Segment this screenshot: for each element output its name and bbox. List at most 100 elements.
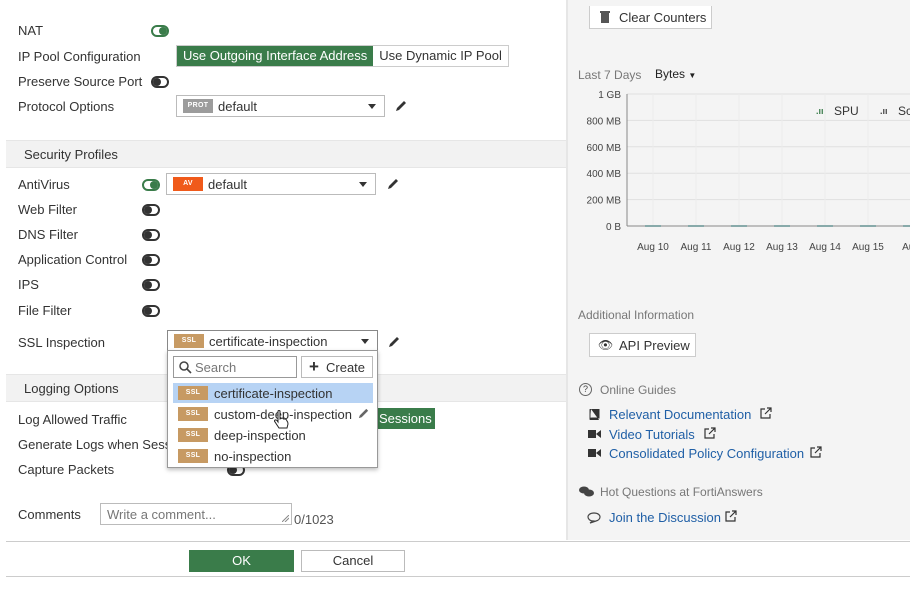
dropdown-item-no-inspection[interactable]: SSL no-inspection (173, 446, 373, 466)
prot-badge: PROT (183, 99, 213, 113)
consolidated-policy-link[interactable]: Consolidated Policy Configuration (609, 446, 804, 461)
y-tick-label: 200 MB (587, 196, 622, 207)
legend-bar-icon: .ıı (816, 106, 824, 116)
external-link-icon[interactable] (760, 407, 772, 419)
antivirus-toggle[interactable] (142, 179, 160, 191)
external-link-icon[interactable] (725, 510, 737, 522)
api-preview-button[interactable]: 👁 API Preview (589, 333, 696, 357)
clear-counters-label: Clear Counters (619, 10, 707, 25)
file-filter-toggle[interactable] (142, 305, 160, 317)
file-filter-label: File Filter (18, 303, 72, 318)
online-guides-title: Online Guides (600, 383, 677, 397)
chevron-down-icon (361, 339, 369, 344)
dropdown-search-input[interactable]: Search (173, 356, 297, 378)
dropdown-create-button[interactable]: + Create (301, 356, 373, 378)
additional-info-title: Additional Information (578, 308, 695, 322)
comments-textarea[interactable]: Write a comment... (100, 503, 292, 525)
edit-pencil-icon[interactable] (357, 407, 370, 420)
dns-filter-label: DNS Filter (18, 227, 78, 242)
clear-counters-button[interactable]: Clear Counters (589, 6, 712, 29)
comments-label: Comments (18, 507, 81, 522)
capture-packets-label: Capture Packets (18, 462, 115, 477)
join-discussion-link[interactable]: Join the Discussion (609, 510, 721, 525)
application-control-toggle[interactable] (142, 254, 160, 266)
api-preview-label: API Preview (619, 338, 690, 353)
ssl-badge: SSL (178, 386, 208, 400)
ssl-inspection-select[interactable]: SSL certificate-inspection (167, 330, 378, 352)
dropdown-item-certificate-inspection[interactable]: SSL certificate-inspection (173, 383, 373, 403)
legend-label: Sc (898, 104, 910, 118)
help-icon: ? (579, 383, 592, 396)
nat-label: NAT (18, 23, 44, 38)
dropdown-item-label: no-inspection (214, 449, 292, 464)
log-allowed-traffic-label: Log Allowed Traffic (18, 412, 127, 427)
edit-pencil-icon[interactable] (394, 99, 408, 113)
dropdown-item-label: certificate-inspection (214, 386, 333, 401)
preserve-source-port-toggle[interactable] (151, 76, 169, 88)
dropdown-item-label: deep-inspection (214, 428, 306, 443)
antivirus-label: AntiVirus (18, 177, 70, 192)
dialog-footer: OK Cancel (6, 541, 910, 577)
create-label: Create (326, 360, 366, 375)
ssl-badge: SSL (178, 407, 208, 421)
ip-pool-segmented: Use Outgoing Interface Address Use Dynam… (176, 45, 509, 67)
resize-handle-icon[interactable] (282, 515, 289, 522)
protocol-options-select[interactable]: PROT default (176, 95, 385, 117)
generate-logs-label: Generate Logs when Sess (18, 437, 172, 452)
unit-select[interactable]: Bytes ▼ (655, 67, 696, 81)
antivirus-select[interactable]: AV default (166, 173, 376, 195)
dropdown-search-placeholder: Search (195, 360, 237, 375)
external-link-icon[interactable] (810, 446, 822, 458)
security-profiles-title: Security Profiles (24, 147, 118, 162)
y-tick-label: 600 MB (587, 143, 622, 154)
x-tick-label: Aug 10 (637, 242, 669, 253)
relevant-documentation-link[interactable]: Relevant Documentation (609, 407, 751, 422)
preserve-source-port-label: Preserve Source Port (18, 74, 143, 89)
x-tick-label: Aug 12 (723, 242, 755, 253)
video-icon (588, 449, 601, 457)
caret-down-icon: ▼ (688, 71, 697, 80)
nat-toggle[interactable] (151, 25, 169, 37)
y-tick-label: 1 GB (598, 90, 621, 101)
ssl-badge: SSL (174, 334, 204, 348)
x-tick-label: Aug (902, 242, 910, 253)
chevron-down-icon (368, 104, 376, 109)
external-link-icon[interactable] (704, 427, 716, 439)
ssl-badge: SSL (178, 449, 208, 463)
antivirus-value: default (208, 177, 248, 192)
y-tick-label: 400 MB (587, 169, 622, 180)
av-badge: AV (173, 177, 203, 191)
period-label: Last 7 Days (578, 68, 642, 82)
speech-bubble-icon (587, 512, 601, 524)
legend-label: SPU (834, 104, 859, 118)
search-icon (179, 361, 192, 374)
ok-button[interactable]: OK (189, 550, 294, 572)
comments-char-count: 0/1023 (294, 512, 334, 527)
y-tick-label: 0 B (606, 222, 621, 233)
cancel-button[interactable]: Cancel (301, 550, 405, 572)
web-filter-label: Web Filter (18, 202, 77, 217)
unit-label: Bytes (655, 67, 686, 81)
web-filter-toggle[interactable] (142, 204, 160, 216)
hand-cursor-icon (274, 410, 289, 429)
ssl-badge: SSL (178, 428, 208, 442)
legend-bar-icon: .ıı (880, 106, 888, 116)
ssl-inspection-dropdown: Search + Create SSL certificate-inspecti… (167, 350, 378, 468)
eye-icon: 👁 (598, 338, 614, 352)
comments-placeholder: Write a comment... (107, 507, 216, 522)
edit-pencil-icon[interactable] (387, 335, 401, 349)
ip-pool-outgoing-option[interactable]: Use Outgoing Interface Address (177, 46, 374, 66)
ip-pool-dynamic-option[interactable]: Use Dynamic IP Pool (373, 46, 508, 66)
dns-filter-toggle[interactable] (142, 229, 160, 241)
ips-toggle[interactable] (142, 279, 160, 291)
log-sessions-option[interactable]: Sessions (370, 408, 435, 429)
chevron-down-icon (359, 182, 367, 187)
edit-pencil-icon[interactable] (386, 177, 400, 191)
comments-icon (579, 486, 594, 497)
application-control-label: Application Control (18, 252, 128, 267)
ips-label: IPS (18, 277, 39, 292)
security-profiles-header: Security Profiles (6, 140, 566, 168)
protocol-options-label: Protocol Options (18, 99, 115, 114)
video-tutorials-link[interactable]: Video Tutorials (609, 427, 695, 442)
x-tick-label: Aug 15 (852, 242, 884, 253)
